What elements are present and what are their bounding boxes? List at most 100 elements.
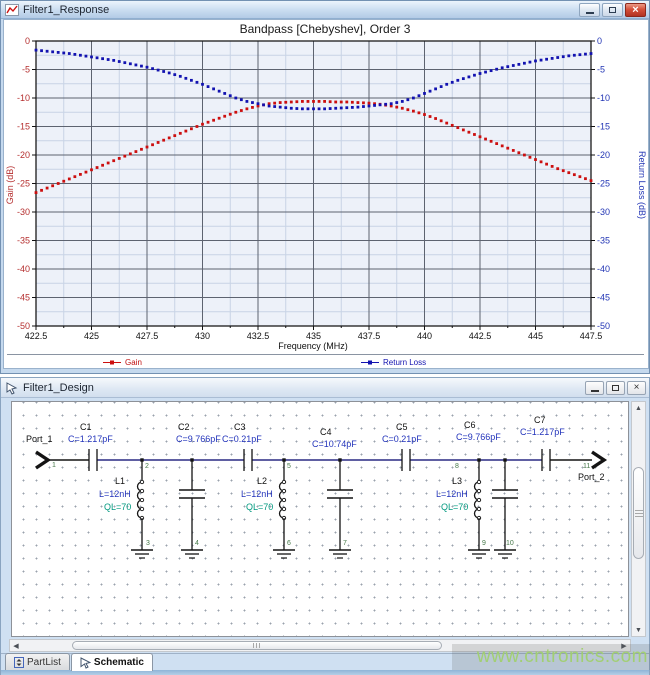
svg-text:L=12nH: L=12nH bbox=[99, 489, 131, 499]
svg-text:-40: -40 bbox=[597, 264, 610, 274]
svg-text:C=1.217pF: C=1.217pF bbox=[520, 427, 565, 437]
scroll-up-icon[interactable]: ▲ bbox=[632, 402, 645, 414]
svg-text:437.5: 437.5 bbox=[358, 331, 381, 341]
svg-text:C2: C2 bbox=[178, 422, 190, 432]
svg-text:-45: -45 bbox=[17, 293, 30, 303]
svg-text:C=1.217pF: C=1.217pF bbox=[68, 434, 113, 444]
svg-text:L3: L3 bbox=[452, 476, 462, 486]
desktop: Filter1_Response × Bandpass [Chebyshev],… bbox=[0, 0, 650, 675]
response-chart-plot[interactable]: 422.5425427.5430432.5435437.5440442.5445… bbox=[1, 19, 650, 374]
horizontal-scroll-thumb[interactable] bbox=[72, 641, 442, 650]
gain-axis-label: Gain (dB) bbox=[5, 150, 15, 220]
svg-text:Port_1: Port_1 bbox=[26, 434, 53, 444]
gain-legend-label: Gain bbox=[125, 358, 142, 367]
vertical-scroll-thumb[interactable] bbox=[633, 467, 644, 559]
svg-text:5: 5 bbox=[287, 463, 291, 470]
gain-legend-marker-icon bbox=[103, 359, 121, 366]
svg-text:-15: -15 bbox=[597, 122, 610, 132]
restore-icon[interactable] bbox=[606, 381, 625, 395]
return-loss-legend-marker-icon bbox=[361, 359, 379, 366]
scroll-left-icon[interactable]: ◀ bbox=[10, 640, 22, 651]
svg-text:-5: -5 bbox=[597, 65, 605, 75]
svg-text:-15: -15 bbox=[17, 122, 30, 132]
svg-text:QL=70: QL=70 bbox=[104, 502, 131, 512]
svg-text:-50: -50 bbox=[17, 321, 30, 331]
svg-text:-40: -40 bbox=[17, 264, 30, 274]
svg-text:422.5: 422.5 bbox=[25, 331, 48, 341]
svg-text:445: 445 bbox=[528, 331, 543, 341]
svg-text:QL=70: QL=70 bbox=[441, 502, 468, 512]
legend-separator bbox=[7, 354, 644, 355]
response-window-title: Filter1_Response bbox=[23, 4, 579, 16]
svg-text:C=10.74pF: C=10.74pF bbox=[312, 439, 357, 449]
svg-text:425: 425 bbox=[84, 331, 99, 341]
svg-text:0: 0 bbox=[25, 36, 30, 46]
design-titlebar[interactable]: Filter1_Design × bbox=[1, 378, 649, 398]
schematic-icon bbox=[80, 657, 91, 669]
svg-text:435: 435 bbox=[306, 331, 321, 341]
response-window-bottom-frame bbox=[3, 368, 649, 373]
svg-text:L=12nH: L=12nH bbox=[241, 489, 273, 499]
svg-text:C=0.21pF: C=0.21pF bbox=[222, 434, 262, 444]
watermark: www.cntronics.com bbox=[448, 646, 648, 668]
svg-text:9: 9 bbox=[482, 540, 486, 547]
tab-schematic-label: Schematic bbox=[94, 657, 144, 668]
svg-text:C=9.766pF: C=9.766pF bbox=[456, 432, 501, 442]
close-icon[interactable]: × bbox=[625, 3, 646, 17]
legend-return-loss: Return Loss bbox=[361, 357, 426, 368]
svg-text:8: 8 bbox=[455, 463, 459, 470]
svg-text:3: 3 bbox=[146, 540, 150, 547]
close-icon[interactable]: × bbox=[627, 381, 646, 395]
filter1-response-window: Filter1_Response × Bandpass [Chebyshev],… bbox=[0, 0, 650, 374]
vertical-scrollbar[interactable]: ▲ ▼ bbox=[631, 401, 646, 637]
svg-text:-50: -50 bbox=[597, 321, 610, 331]
tab-bar: PartList Schematic bbox=[5, 653, 153, 670]
svg-text:-20: -20 bbox=[17, 150, 30, 160]
svg-text:-25: -25 bbox=[597, 179, 610, 189]
svg-text:C=0.21pF: C=0.21pF bbox=[382, 434, 422, 444]
svg-text:-25: -25 bbox=[17, 179, 30, 189]
svg-text:C6: C6 bbox=[464, 420, 476, 430]
svg-text:-35: -35 bbox=[17, 236, 30, 246]
svg-text:-30: -30 bbox=[597, 207, 610, 217]
tab-partlist[interactable]: PartList bbox=[5, 653, 70, 670]
response-window-icon bbox=[4, 3, 19, 16]
design-window-title: Filter1_Design bbox=[23, 382, 585, 394]
svg-text:432.5: 432.5 bbox=[247, 331, 270, 341]
svg-text:10: 10 bbox=[506, 540, 514, 547]
filter1-design-window: Filter1_Design × Port_1 Port_2 C1 C=1.217pF… bbox=[0, 377, 650, 675]
legend-gain: Gain bbox=[103, 357, 142, 368]
svg-text:Port_2: Port_2 bbox=[578, 472, 605, 482]
svg-text:6: 6 bbox=[287, 540, 291, 547]
tab-partlist-label: PartList bbox=[27, 657, 61, 668]
svg-text:430: 430 bbox=[195, 331, 210, 341]
svg-text:C5: C5 bbox=[396, 422, 408, 432]
svg-text:L2: L2 bbox=[257, 476, 267, 486]
response-titlebar[interactable]: Filter1_Response × bbox=[1, 1, 649, 19]
svg-text:-30: -30 bbox=[17, 207, 30, 217]
design-window-icon bbox=[4, 381, 19, 394]
svg-text:C3: C3 bbox=[234, 422, 246, 432]
svg-text:1: 1 bbox=[52, 462, 56, 469]
svg-text:C=9.766pF: C=9.766pF bbox=[176, 434, 221, 444]
minimize-icon[interactable] bbox=[579, 3, 600, 17]
svg-text:C7: C7 bbox=[534, 415, 546, 425]
svg-text:11: 11 bbox=[583, 463, 590, 470]
svg-text:L1: L1 bbox=[115, 476, 125, 486]
schematic-canvas[interactable]: Port_1 Port_2 C1 C=1.217pF C2 C=9.766pF C3 C=0.… bbox=[11, 401, 629, 637]
svg-text:447.5: 447.5 bbox=[580, 331, 603, 341]
tab-schematic[interactable]: Schematic bbox=[71, 653, 153, 671]
minimize-icon[interactable] bbox=[585, 381, 604, 395]
svg-text:-35: -35 bbox=[597, 236, 610, 246]
svg-text:4: 4 bbox=[195, 540, 199, 547]
svg-text:C1: C1 bbox=[80, 422, 92, 432]
svg-text:440: 440 bbox=[417, 331, 432, 341]
scroll-down-icon[interactable]: ▼ bbox=[632, 624, 645, 636]
svg-text:C4: C4 bbox=[320, 427, 332, 437]
svg-text:2: 2 bbox=[145, 463, 149, 470]
svg-text:L=12nH: L=12nH bbox=[436, 489, 468, 499]
svg-text:-10: -10 bbox=[17, 93, 30, 103]
restore-icon[interactable] bbox=[602, 3, 623, 17]
svg-text:QL=70: QL=70 bbox=[246, 502, 273, 512]
svg-text:-5: -5 bbox=[22, 65, 30, 75]
